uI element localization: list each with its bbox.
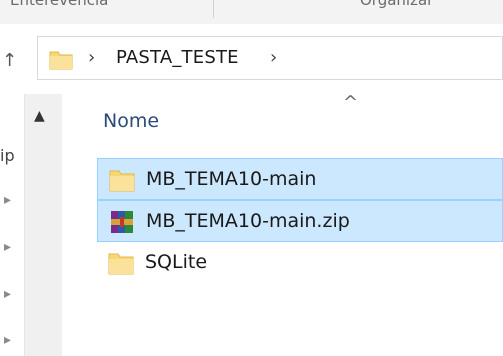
nav-up-arrow-icon[interactable]: ↑ — [2, 50, 17, 71]
pin-icon: ▸ — [4, 286, 12, 302]
ribbon-separator — [213, 0, 214, 18]
ribbon-remnant: Enterevencia Organizar — [0, 0, 503, 24]
file-name: MB_TEMA10-main.zip — [146, 210, 350, 232]
folder-icon — [108, 166, 136, 194]
ribbon-group-right[interactable]: Organizar — [360, 0, 433, 9]
ribbon-group-left: Enterevencia — [10, 0, 109, 9]
list-item[interactable]: MB_TEMA10-main — [97, 158, 503, 200]
scroll-up-arrow-icon[interactable]: ▲ — [34, 108, 45, 124]
list-item[interactable]: SQLite — [97, 242, 503, 284]
file-name: SQLite — [145, 251, 208, 273]
column-header-name[interactable]: Nome — [103, 110, 159, 132]
list-item[interactable]: MB_TEMA10-main.zip — [97, 200, 503, 242]
nav-scrollbar[interactable] — [24, 94, 62, 356]
pin-icon: ▸ — [4, 332, 12, 348]
pin-icon: ▸ — [4, 239, 12, 255]
folder-icon — [48, 46, 74, 76]
column-header: ^ Nome — [62, 92, 503, 146]
file-list: MB_TEMA10-main MB_TEMA10-main.zip SQLite — [97, 158, 503, 284]
breadcrumb-item[interactable]: PASTA_TESTE — [116, 47, 239, 68]
folder-icon — [107, 249, 135, 277]
navigation-pane: ip ▸ ▸ ▸ ▸ ▲ — [0, 94, 62, 356]
pin-icon: ▸ — [4, 192, 12, 208]
winrar-archive-icon — [108, 208, 136, 236]
breadcrumb-chevron-icon[interactable]: › — [88, 47, 95, 68]
address-bar[interactable]: › PASTA_TESTE › — [37, 36, 503, 80]
nav-item-fragment[interactable]: ip — [0, 146, 15, 165]
file-name: MB_TEMA10-main — [146, 168, 317, 190]
address-row: ↑ › PASTA_TESTE › — [0, 24, 503, 94]
sort-ascending-icon[interactable]: ^ — [343, 92, 358, 113]
breadcrumb-chevron-icon[interactable]: › — [270, 47, 277, 68]
